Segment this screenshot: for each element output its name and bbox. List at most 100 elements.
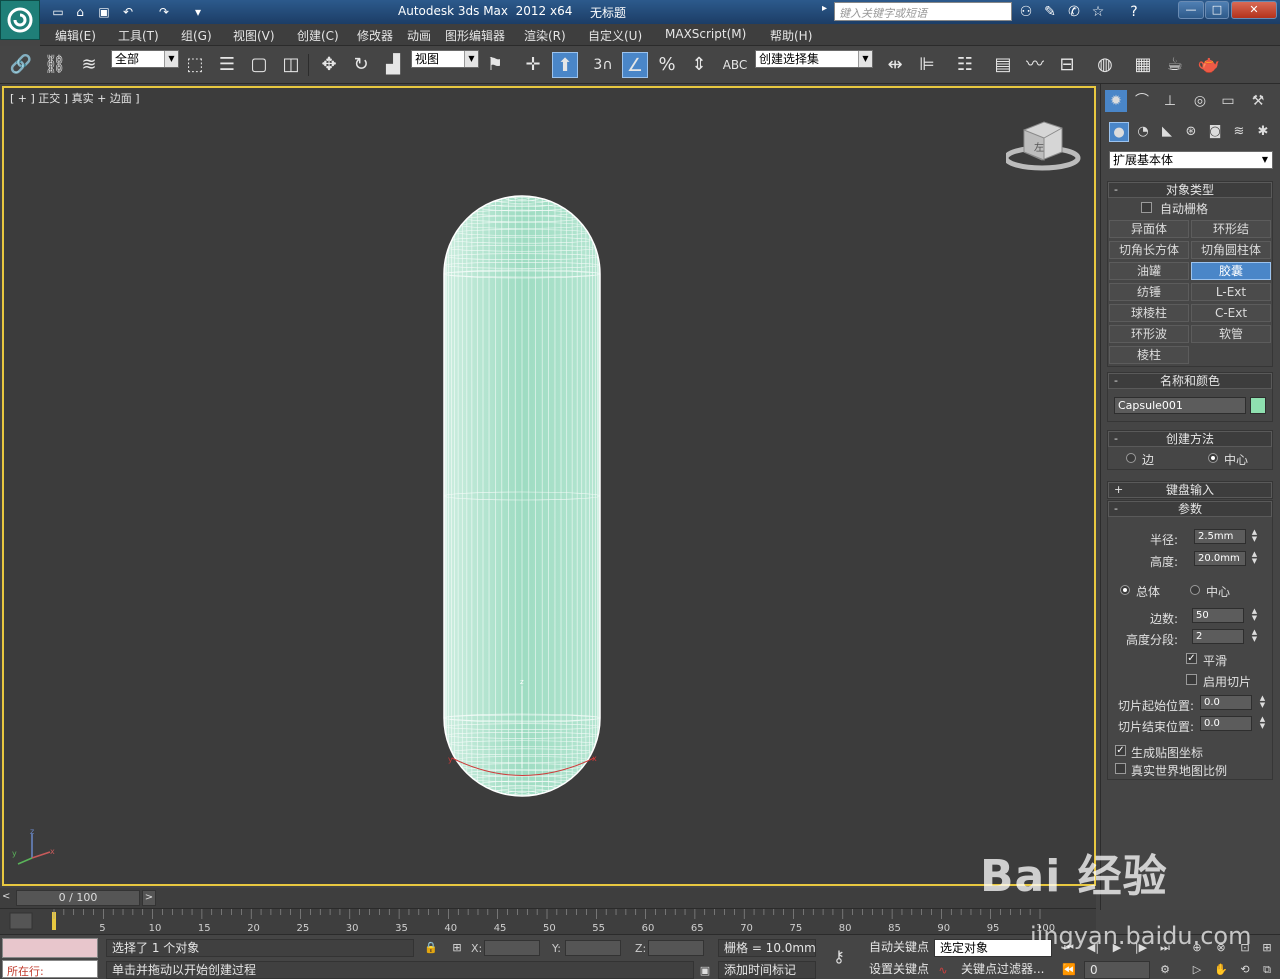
time-slider-thumb[interactable]: 0 / 100	[16, 890, 140, 906]
keyboard-shortcut-override-icon[interactable]: ⬆	[552, 52, 578, 78]
tab-modify[interactable]: ⌒	[1131, 90, 1153, 112]
viewcube-icon[interactable]: 左	[1006, 118, 1082, 174]
overall-radio[interactable]	[1120, 585, 1130, 595]
schematic-view-icon[interactable]: ⊟	[1054, 52, 1080, 78]
c-ext-button[interactable]: C-Ext	[1191, 304, 1271, 322]
autogrid-checkbox[interactable]	[1141, 202, 1152, 213]
favorites-icon[interactable]: ☆	[1088, 3, 1108, 21]
edit-named-selection-icon[interactable]: ABC	[722, 52, 748, 78]
subscription-icon[interactable]: ✎	[1040, 3, 1060, 21]
time-slider-prev-icon[interactable]: <	[2, 891, 10, 902]
viewport-label[interactable]: [ + ] 正交 ] 真实 + 边面 ]	[10, 90, 140, 106]
mirror-icon[interactable]: ⇹	[882, 52, 908, 78]
key-icon[interactable]: ⚷	[830, 949, 848, 965]
undo-icon[interactable]: ↶	[120, 4, 136, 20]
maximize-button[interactable]: □	[1205, 1, 1229, 19]
render-setup-icon[interactable]: ▦	[1130, 52, 1156, 78]
space-warps-icon[interactable]: ≋	[1229, 122, 1249, 142]
radius-spinner[interactable]: ▲ ▼	[1250, 529, 1259, 544]
oil-tank-button[interactable]: 油罐	[1109, 262, 1189, 280]
align-icon[interactable]: ⊫	[914, 52, 940, 78]
torus-knot-button[interactable]: 环形结	[1191, 220, 1271, 238]
time-slider[interactable]: < 0 / 100 >	[0, 888, 1096, 908]
add-time-tag[interactable]: 添加时间标记	[718, 961, 816, 979]
save-file-icon[interactable]: ▣	[96, 4, 112, 20]
gengon-button[interactable]: 球棱柱	[1109, 304, 1189, 322]
percent-snap-icon[interactable]: %	[654, 52, 680, 78]
tab-hierarchy[interactable]: ⊥	[1159, 90, 1181, 112]
height-field[interactable]: 20.0mm	[1194, 551, 1246, 566]
spindle-button[interactable]: 纺锤	[1109, 283, 1189, 301]
track-bar[interactable]: 5 10 15 20 25 30 35 40 45 50 55 60 65 70 75 80 85 90 95 100	[0, 908, 1096, 934]
y-coord-field[interactable]	[565, 940, 621, 956]
maximize-viewport-icon[interactable]: ⧉	[1258, 962, 1276, 978]
named-selection-dropdown[interactable]: 创建选择集 ▼	[755, 50, 873, 68]
rendered-frame-window-icon[interactable]: ☕	[1162, 52, 1188, 78]
height-segs-field[interactable]: 2	[1192, 629, 1244, 644]
z-coord-field[interactable]	[648, 940, 704, 956]
select-manipulate-icon[interactable]: ✛	[520, 52, 546, 78]
key-filters-button[interactable]: 关键点过滤器...	[956, 961, 1052, 979]
chamfer-cyl-button[interactable]: 切角圆柱体	[1191, 241, 1271, 259]
maxscript-mini-listener[interactable]	[2, 938, 98, 958]
orbit-icon[interactable]: ⟲	[1236, 962, 1254, 978]
slice-on-checkbox[interactable]	[1186, 674, 1197, 685]
object-color-swatch[interactable]	[1250, 397, 1266, 414]
spinner-snap-icon[interactable]: ⇕	[686, 52, 712, 78]
listener-output[interactable]: 所在行:	[2, 960, 98, 978]
curve-editor-icon[interactable]: 〰	[1022, 52, 1048, 78]
select-and-rotate-icon[interactable]: ↻	[348, 52, 374, 78]
time-config-icon[interactable]: ⚙	[1156, 962, 1174, 978]
real-world-checkbox[interactable]	[1115, 763, 1126, 774]
menu-graph-editors[interactable]: 图形编辑器	[445, 27, 505, 44]
menu-group[interactable]: 组(G)	[181, 27, 212, 44]
menu-views[interactable]: 视图(V)	[233, 27, 275, 44]
slice-to-spinner[interactable]: ▲ ▼	[1258, 716, 1267, 731]
reference-coordinate-dropdown[interactable]: 视图 ▼	[411, 50, 479, 68]
time-tag-icon[interactable]: ▣	[696, 963, 714, 979]
shapes-icon[interactable]: ◔	[1133, 122, 1153, 142]
zoom-extents-all-icon[interactable]: ⊞	[1258, 940, 1276, 956]
select-and-scale-icon[interactable]: ▟	[380, 52, 406, 78]
current-frame-field[interactable]: 0	[1084, 961, 1150, 979]
slice-to-field[interactable]: 0.0	[1200, 716, 1252, 731]
helpers-icon[interactable]: ◙	[1205, 122, 1225, 142]
capsule-object[interactable]: z y x	[434, 188, 614, 808]
lock-selection-icon[interactable]: 🔒	[422, 940, 440, 956]
menu-animation[interactable]: 动画	[407, 27, 431, 44]
systems-icon[interactable]: ✱	[1253, 122, 1273, 142]
gen-mapping-checkbox[interactable]: ✓	[1115, 745, 1126, 756]
select-object-icon[interactable]: ⬚	[182, 52, 208, 78]
menu-rendering[interactable]: 渲染(R)	[524, 27, 566, 44]
search-input[interactable]: 键入关键字或短语	[834, 2, 1012, 21]
unlink-icon[interactable]: ⛓	[42, 52, 68, 78]
menu-create[interactable]: 创建(C)	[297, 27, 339, 44]
render-production-icon[interactable]: 🫖	[1196, 52, 1222, 78]
menu-tools[interactable]: 工具(T)	[118, 27, 159, 44]
geometry-icon[interactable]: ●	[1109, 122, 1129, 142]
smooth-checkbox[interactable]: ✓	[1186, 653, 1197, 664]
tab-display[interactable]: ▭	[1217, 90, 1239, 112]
graphite-ribbon-icon[interactable]: ▤	[990, 52, 1016, 78]
communication-center-icon[interactable]: ✆	[1064, 3, 1084, 21]
tab-motion[interactable]: ◎	[1189, 90, 1211, 112]
slice-from-field[interactable]: 0.0	[1200, 695, 1252, 710]
angle-snap-icon[interactable]: ∠	[622, 52, 648, 78]
height-spinner[interactable]: ▲ ▼	[1250, 551, 1259, 566]
sides-spinner[interactable]: ▲ ▼	[1250, 608, 1259, 623]
hedra-button[interactable]: 异面体	[1109, 220, 1189, 238]
parameters-header[interactable]: - 参数	[1108, 501, 1272, 517]
redo-icon[interactable]: ↷	[156, 4, 172, 20]
l-ext-button[interactable]: L-Ext	[1191, 283, 1271, 301]
window-crossing-icon[interactable]: ◫	[278, 52, 304, 78]
layer-manager-icon[interactable]: ☷	[952, 52, 978, 78]
sides-field[interactable]: 50	[1192, 608, 1244, 623]
x-coord-field[interactable]	[484, 940, 540, 956]
menu-customize[interactable]: 自定义(U)	[588, 27, 642, 44]
menu-maxscript[interactable]: MAXScript(M)	[665, 27, 746, 41]
help-icon[interactable]: ?	[1124, 3, 1144, 21]
height-segs-spinner[interactable]: ▲ ▼	[1250, 629, 1259, 644]
app-logo-icon[interactable]	[0, 0, 40, 40]
keyboard-entry-header[interactable]: + 键盘输入	[1108, 482, 1272, 498]
rectangular-selection-icon[interactable]: ▢	[246, 52, 272, 78]
